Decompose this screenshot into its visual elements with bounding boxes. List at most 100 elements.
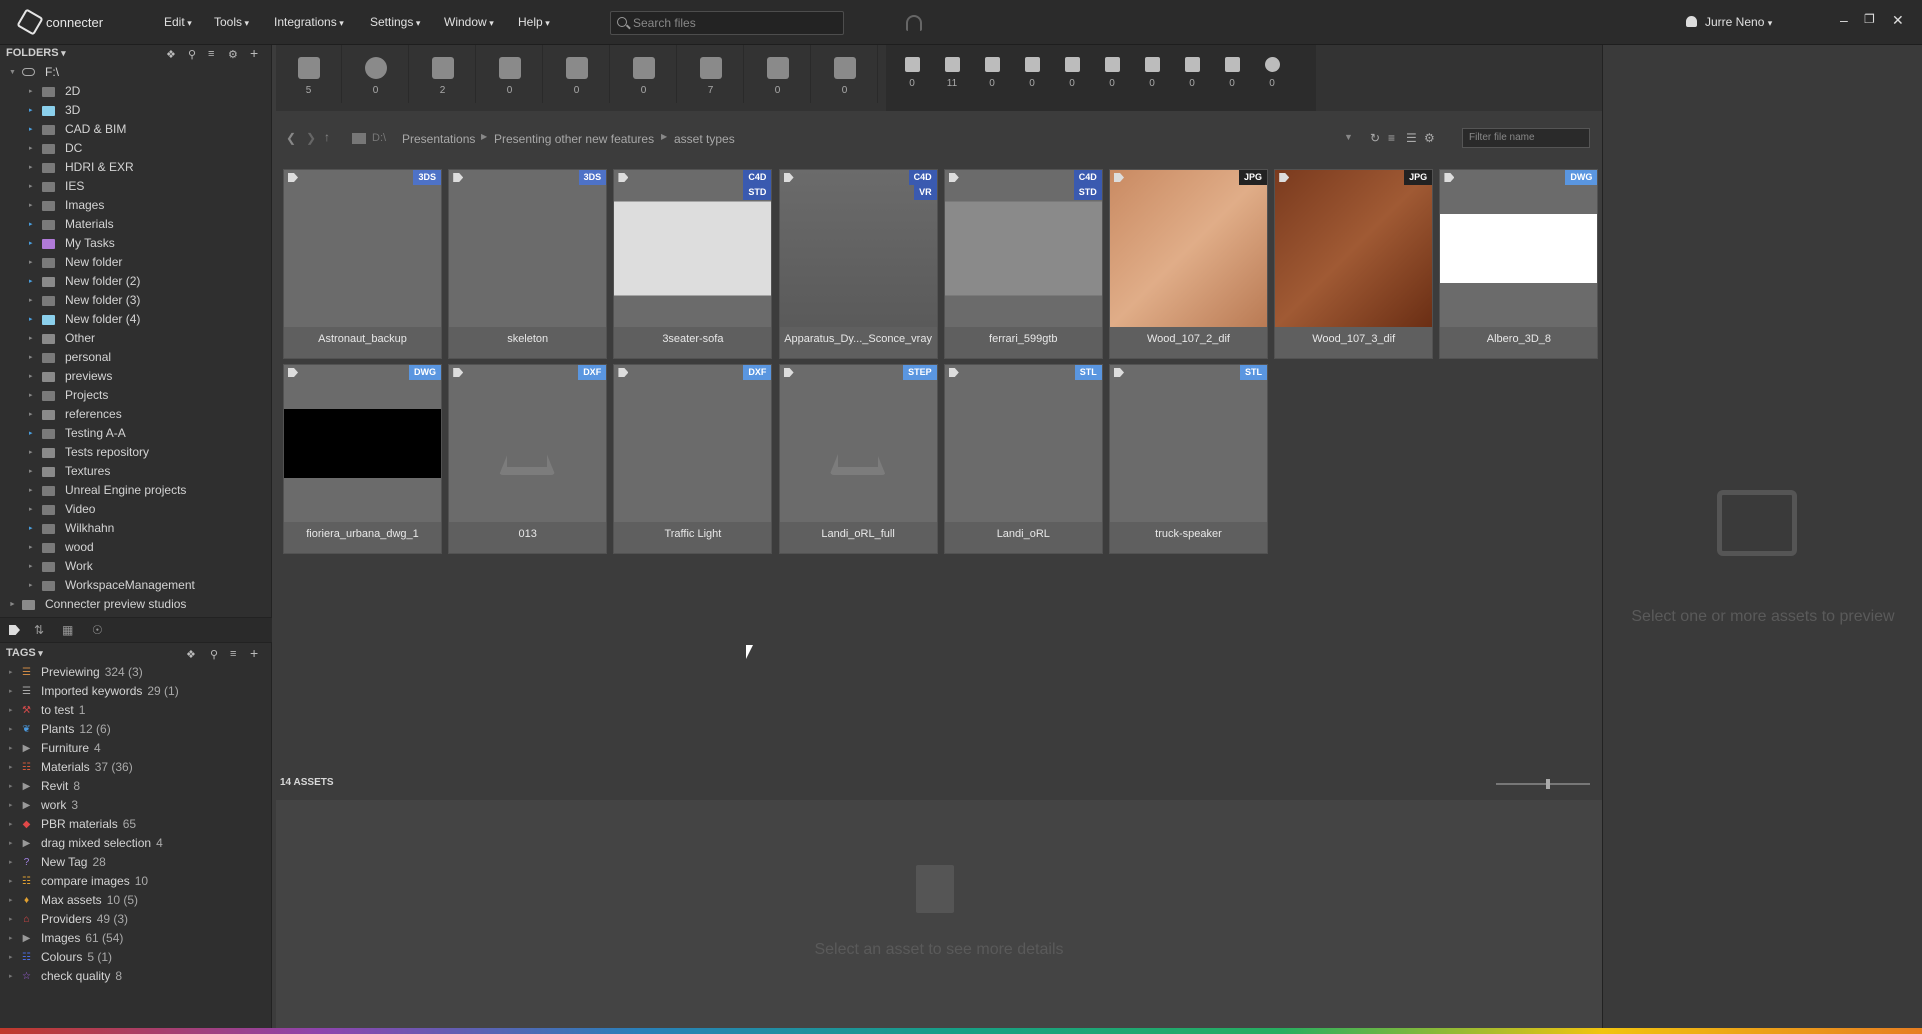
type-filter-button[interactable]: 0 — [745, 45, 811, 103]
expand-arrow-icon[interactable]: ▸ — [9, 682, 13, 701]
type-filter-button[interactable]: 0 — [544, 45, 610, 103]
expand-arrow-icon[interactable]: ▸ — [9, 929, 13, 948]
breadcrumb-root[interactable]: D:\ — [372, 132, 386, 144]
tags-tab-icon[interactable] — [9, 625, 20, 635]
expand-arrow-icon[interactable]: ▸ — [29, 82, 33, 101]
folder-item[interactable]: ▸personal — [0, 348, 272, 367]
tag-item[interactable]: ▸▶Images61 (54) — [0, 929, 272, 948]
type-filter-button[interactable]: 0 — [611, 45, 677, 103]
expand-arrow-icon[interactable]: ▸ — [29, 158, 33, 177]
folder-item[interactable]: ▸Materials — [0, 215, 272, 234]
studios-item[interactable]: ►Connecter preview studios — [0, 595, 272, 614]
tag-item[interactable]: ▸▶Furniture4 — [0, 739, 272, 758]
menu-tools[interactable]: Tools — [214, 15, 249, 29]
tag-search-icon[interactable]: ⚲ — [210, 648, 218, 661]
grid-tab-icon[interactable]: ▦ — [62, 623, 73, 637]
hierarchy-tab-icon[interactable]: ⇅ — [34, 623, 44, 637]
asset-card[interactable]: DXFTraffic Light — [613, 364, 772, 554]
folder-item[interactable]: ▸HDRI & EXR — [0, 158, 272, 177]
quick-filter-button[interactable]: 0 — [1092, 45, 1132, 89]
asset-card[interactable]: 3DSAstronaut_backup — [283, 169, 442, 359]
quick-filter-button[interactable]: 0 — [1132, 45, 1172, 89]
expand-arrow-icon[interactable]: ▸ — [29, 348, 33, 367]
layers-icon[interactable]: ☰ — [1406, 131, 1417, 145]
breadcrumb-asset-types[interactable]: asset types — [674, 132, 735, 146]
asset-card[interactable]: DXF013 — [448, 364, 607, 554]
asset-card[interactable]: STLLandi_oRL — [944, 364, 1103, 554]
asset-card[interactable]: DWGAlbero_3D_8 — [1439, 169, 1598, 359]
quick-filter-button[interactable]: 11 — [932, 45, 972, 89]
type-filter-button[interactable]: 0 — [343, 45, 409, 103]
type-filter-button[interactable]: 5 — [276, 45, 342, 103]
folder-item[interactable]: ▸Work — [0, 557, 272, 576]
expand-arrow-icon[interactable]: ▸ — [9, 663, 13, 682]
type-filter-button[interactable]: 0 — [812, 45, 878, 103]
asset-card[interactable]: C4DSTDferrari_599gtb — [944, 169, 1103, 359]
folder-item[interactable]: ▸references — [0, 405, 272, 424]
view-list-icon[interactable]: ≡ — [1388, 131, 1395, 145]
asset-card[interactable]: STLtruck-speaker — [1109, 364, 1268, 554]
type-filter-button[interactable]: 0 — [477, 45, 543, 103]
quick-filter-button[interactable]: 0 — [1252, 45, 1292, 89]
folder-item[interactable]: ▸New folder — [0, 253, 272, 272]
expand-arrow-icon[interactable]: ▸ — [9, 796, 13, 815]
back-icon[interactable]: ❮ — [286, 131, 296, 145]
close-icon[interactable]: ✕ — [1892, 12, 1904, 29]
user-menu[interactable]: Jurre Neno ▾ — [1686, 15, 1772, 29]
refresh-icon[interactable]: ↻ — [1370, 131, 1380, 145]
expand-arrow-icon[interactable]: ▸ — [29, 272, 33, 291]
folder-root[interactable]: ▼F:\ — [0, 63, 272, 82]
folder-item[interactable]: ▸New folder (3) — [0, 291, 272, 310]
quick-filter-button[interactable]: 0 — [1212, 45, 1252, 89]
tag-item[interactable]: ▸☷compare images10 — [0, 872, 272, 891]
expand-arrow-icon[interactable]: ▸ — [29, 215, 33, 234]
type-filter-button[interactable]: 2 — [410, 45, 476, 103]
restore-icon[interactable]: ❐ — [1864, 12, 1875, 26]
expand-arrow-icon[interactable]: ▸ — [29, 120, 33, 139]
folder-item[interactable]: ▸CAD & BIM — [0, 120, 272, 139]
expand-arrow-icon[interactable]: ▸ — [29, 557, 33, 576]
asset-card[interactable]: C4DVRApparatus_Dy..._Sconce_vray — [779, 169, 938, 359]
expand-arrow-icon[interactable]: ▸ — [29, 310, 33, 329]
folder-item[interactable]: ▸My Tasks — [0, 234, 272, 253]
expand-arrow-icon[interactable]: ▸ — [29, 538, 33, 557]
tag-item[interactable]: ▸◆PBR materials65 — [0, 815, 272, 834]
expand-arrow-icon[interactable]: ▸ — [29, 576, 33, 595]
app-logo[interactable]: connecter — [20, 12, 103, 32]
quick-filter-button[interactable]: 0 — [972, 45, 1012, 89]
folder-item[interactable]: ▸New folder (4) — [0, 310, 272, 329]
folder-item[interactable]: ▸Tests repository — [0, 443, 272, 462]
tag-sort-icon[interactable]: ≡ — [230, 648, 236, 660]
asset-card[interactable]: STEPLandi_oRL_full — [779, 364, 938, 554]
minimize-icon[interactable]: – — [1840, 12, 1848, 28]
asset-card[interactable]: JPGWood_107_2_dif — [1109, 169, 1268, 359]
expand-arrow-icon[interactable]: ▸ — [29, 519, 33, 538]
menu-integrations[interactable]: Integrations — [274, 15, 344, 29]
folder-item[interactable]: ▸Other — [0, 329, 272, 348]
folder-item[interactable]: ▸3D — [0, 101, 272, 120]
breadcrumb-presentations[interactable]: Presentations — [402, 132, 475, 146]
expand-arrow-icon[interactable]: ▸ — [9, 891, 13, 910]
branch-tab-icon[interactable]: ☉ — [92, 623, 103, 637]
tag-item[interactable]: ▸⚒to test1 — [0, 701, 272, 720]
expand-arrow-icon[interactable]: ▸ — [29, 367, 33, 386]
expand-arrow-icon[interactable]: ▸ — [29, 177, 33, 196]
quick-filter-button[interactable]: 0 — [1012, 45, 1052, 89]
sort-icon[interactable]: ≡ — [208, 48, 214, 60]
view-settings-icon[interactable]: ⚙ — [1424, 131, 1435, 145]
expand-arrow-icon[interactable]: ▸ — [29, 234, 33, 253]
expand-arrow-icon[interactable]: ▸ — [29, 481, 33, 500]
menu-edit[interactable]: Edit — [164, 15, 192, 29]
tag-item[interactable]: ▸▶Revit8 — [0, 777, 272, 796]
expand-arrow-icon[interactable]: ▸ — [9, 948, 13, 967]
folder-item[interactable]: ▸wood — [0, 538, 272, 557]
expand-arrow-icon[interactable]: ▸ — [9, 872, 13, 891]
folder-item[interactable]: ▸Unreal Engine projects — [0, 481, 272, 500]
menu-settings[interactable]: Settings — [370, 15, 420, 29]
expand-arrow-icon[interactable]: ▸ — [29, 139, 33, 158]
folder-item[interactable]: ▸Projects — [0, 386, 272, 405]
expand-arrow-icon[interactable]: ▸ — [29, 101, 33, 120]
asset-card[interactable]: C4DSTD3seater-sofa — [613, 169, 772, 359]
menu-window[interactable]: Window — [444, 15, 494, 29]
expand-arrow-icon[interactable]: ▸ — [29, 291, 33, 310]
